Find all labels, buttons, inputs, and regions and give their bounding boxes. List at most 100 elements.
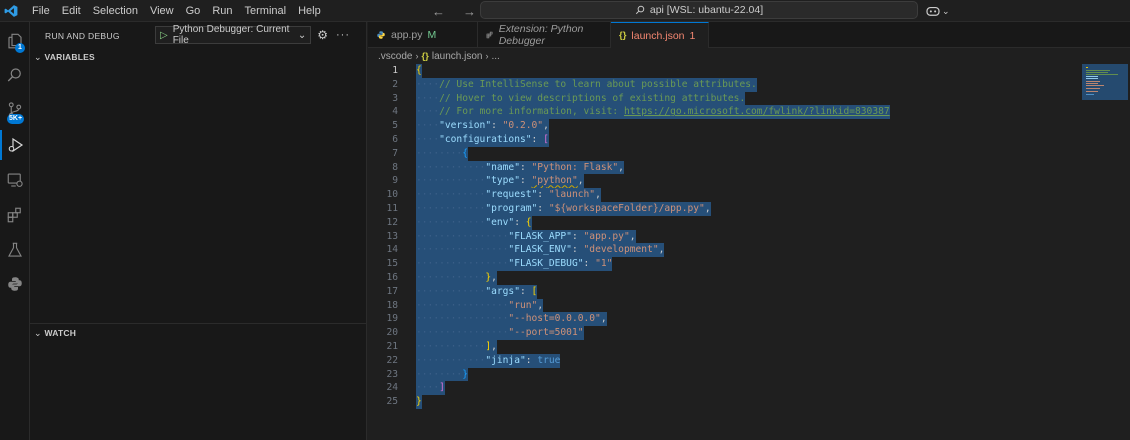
debug-config-label: Python Debugger: Current File (172, 24, 290, 46)
code-line: 20 ················"--port=5001" (368, 326, 1078, 340)
run-and-debug-button[interactable] (0, 130, 30, 160)
command-center[interactable]: api [WSL: ubantu-22.04] (480, 1, 918, 19)
tab-label: launch.json (631, 29, 685, 42)
code-line: 18 ················"run", (368, 298, 1078, 313)
command-center-text: api [WSL: ubantu-22.04] (649, 4, 764, 16)
run-debug-icon (8, 137, 24, 153)
tab-launch-json[interactable]: {} launch.json 1 (611, 22, 709, 48)
gear-icon[interactable]: ⚙ (317, 28, 328, 42)
line-number: 4 (392, 106, 398, 118)
docs-link[interactable]: https://go.microsoft.com/fwlink/?linkid=… (624, 106, 890, 117)
json-value: "run" (508, 299, 538, 311)
code-line: 11 ············"program": "${workspaceFol… (368, 202, 1078, 216)
json-value: "--host=0.0.0.0" (508, 313, 601, 325)
line-number: 25 (386, 396, 398, 408)
code-editor[interactable]: 1{ 2 ····// Use IntelliSense to learn abo… (368, 64, 1130, 440)
json-value: "--port=5001" (508, 327, 584, 339)
testing-button[interactable] (0, 235, 30, 265)
search-icon (7, 68, 21, 82)
json-key: "FLASK_APP" (508, 230, 572, 242)
search-view-button[interactable] (0, 60, 30, 90)
source-control-badge: 5K+ (7, 114, 25, 124)
code-line: 12 ············"env": { (368, 215, 1078, 230)
remote-explorer-button[interactable] (0, 165, 30, 195)
tab-app-py[interactable]: app.py M (368, 22, 478, 48)
json-key: "request" (485, 189, 538, 201)
python-button[interactable] (0, 269, 30, 299)
code-line: 10 ············"request": "launch", (368, 188, 1078, 202)
forward-arrow-icon[interactable]: → (463, 4, 476, 19)
search-icon (635, 5, 645, 15)
minimap-line (1086, 81, 1100, 82)
line-number: 14 (386, 244, 398, 256)
line-number: 10 (386, 189, 398, 201)
minimap-line (1086, 72, 1108, 73)
minimap-line (1086, 88, 1100, 89)
code-line: 3 ····// Hover to view descriptions of ex… (368, 91, 1078, 106)
menu-bar: File Edit Selection View Go Run Terminal… (26, 0, 327, 22)
watch-section-header[interactable]: ⌄ WATCH (30, 324, 367, 342)
breadcrumb-folder[interactable]: .vscode (378, 51, 412, 62)
line-number: 15 (386, 258, 398, 270)
chevron-down-icon: ⌄ (942, 5, 950, 16)
menu-run[interactable]: Run (206, 0, 238, 22)
source-control-button[interactable]: 5K+ (0, 95, 30, 125)
menu-selection[interactable]: Selection (87, 0, 144, 22)
line-number: 23 (386, 368, 398, 380)
breadcrumb: .vscode › {} launch.json › ... (368, 48, 500, 64)
menu-terminal[interactable]: Terminal (239, 0, 293, 22)
tab-extension-python-debugger[interactable]: Extension: Python Debugger (478, 22, 611, 48)
run-and-debug-sidebar: RUN AND DEBUG ▷ Python Debugger: Current… (30, 22, 367, 440)
line-number: 17 (386, 285, 398, 297)
chevron-down-icon: ⌄ (34, 327, 42, 338)
json-file-icon: {} (619, 30, 627, 41)
line-number: 13 (386, 230, 398, 242)
back-arrow-icon[interactable]: ← (432, 4, 445, 19)
line-number: 11 (386, 203, 398, 214)
minimap[interactable] (1082, 64, 1128, 100)
more-actions-icon[interactable]: ··· (336, 29, 350, 41)
chevron-down-icon: ⌄ (297, 29, 307, 41)
json-value: "launch" (548, 189, 596, 201)
json-value: "python" (531, 175, 578, 187)
minimap-line (1086, 91, 1098, 92)
minimap-line (1086, 94, 1094, 95)
menu-file[interactable]: File (26, 0, 56, 22)
debug-config-select[interactable]: ▷ Python Debugger: Current File ⌄ (155, 24, 312, 46)
menu-view[interactable]: View (144, 0, 180, 22)
minimap-line (1086, 85, 1104, 86)
line-number: 12 (386, 216, 398, 228)
explorer-button[interactable]: 1 (0, 26, 30, 56)
code-line: 14 ················"FLASK_ENV": "developm… (368, 243, 1078, 258)
json-value: "0.2.0" (502, 120, 544, 132)
activity-bar: 1 5K+ (0, 22, 30, 440)
json-value: "${workspaceFolder}/app.py" (548, 203, 705, 214)
line-number: 6 (392, 134, 398, 145)
breadcrumb-more[interactable]: ... (491, 51, 499, 62)
json-key: "FLASK_DEBUG" (508, 258, 584, 270)
python-file-icon (377, 31, 385, 39)
menu-help[interactable]: Help (292, 0, 327, 22)
line-number: 7 (392, 147, 398, 159)
line-number: 8 (392, 161, 398, 173)
copilot-button[interactable]: ⌄ (926, 0, 950, 22)
menu-edit[interactable]: Edit (56, 0, 87, 22)
tab-modified-status: M (427, 29, 437, 41)
extensions-button[interactable] (0, 200, 30, 230)
code-comment: // Use IntelliSense to learn about possi… (439, 78, 757, 90)
nav-arrows: ← → (432, 0, 476, 22)
variables-section-header[interactable]: ⌄ VARIABLES (30, 48, 367, 66)
breadcrumb-file[interactable]: launch.json (432, 51, 483, 62)
chevron-right-icon: › (485, 51, 489, 61)
menu-go[interactable]: Go (180, 0, 207, 22)
minimap-line (1086, 76, 1098, 77)
json-value: "app.py" (583, 230, 630, 242)
code-line: 4 ····// For more information, visit: htt… (368, 105, 1078, 120)
minimap-line (1086, 74, 1118, 75)
json-value: "Python: Flask" (531, 161, 619, 173)
code-line: 21 ············], (368, 340, 1078, 354)
extensions-icon (7, 207, 21, 223)
start-debugging-icon[interactable]: ▷ (160, 30, 168, 41)
code-line: 13 ················"FLASK_APP": "app.py", (368, 229, 1078, 244)
code-line: 9 ············"type": "python", (368, 174, 1078, 189)
